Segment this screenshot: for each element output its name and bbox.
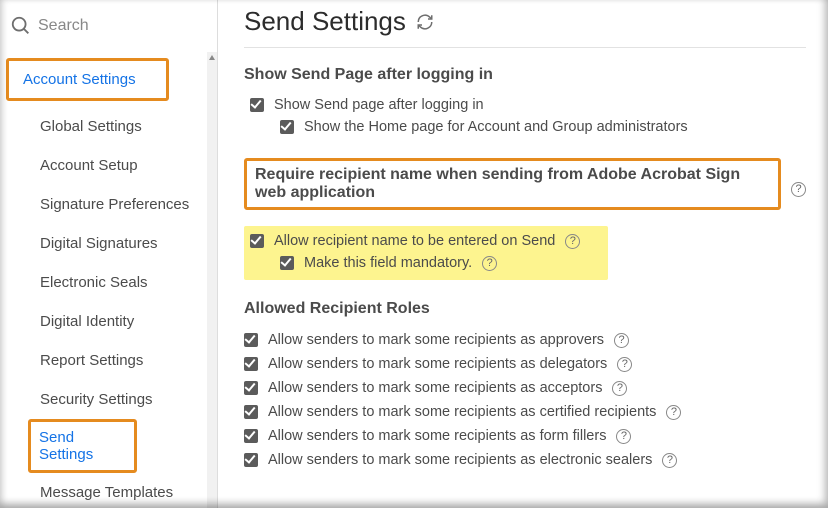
checkbox-allow-recipient-name[interactable] (250, 234, 264, 248)
sidebar-item-send-settings[interactable]: Send Settings (28, 419, 137, 473)
page-title: Send Settings (244, 6, 406, 37)
section-header-label: Account Settings (23, 71, 136, 88)
option-label: Make this field mandatory. (304, 255, 472, 271)
option-label: Allow senders to mark some recipients as… (268, 332, 604, 348)
main-content: Send Settings Show Send Page after loggi… (218, 0, 828, 508)
section-title: Require recipient name when sending from… (244, 158, 781, 210)
sidebar-item-signature-preferences[interactable]: Signature Preferences (0, 185, 217, 224)
section-title: Allowed Recipient Roles (244, 300, 806, 318)
section-require-recipient-name: Require recipient name when sending from… (244, 158, 806, 280)
section-title: Show Send Page after logging in (244, 66, 806, 84)
checkbox-role-acceptors[interactable] (244, 381, 258, 395)
search-icon (10, 15, 32, 37)
option-label: Show Send page after logging in (274, 97, 484, 113)
option-label: Allow senders to mark some recipients as… (268, 356, 607, 372)
help-icon[interactable]: ? (482, 256, 497, 271)
option-label: Show the Home page for Account and Group… (304, 119, 688, 135)
option-label: Allow senders to mark some recipients as… (268, 452, 652, 468)
help-icon[interactable]: ? (614, 333, 629, 348)
sidebar: Account Settings Global Settings Account… (0, 0, 218, 508)
help-icon[interactable]: ? (791, 182, 806, 197)
sidebar-item-label: Account Setup (40, 157, 138, 174)
sidebar-item-label: Security Settings (40, 391, 153, 408)
sidebar-nav: Account Settings Global Settings Account… (0, 52, 217, 508)
sidebar-item-message-templates[interactable]: Message Templates (0, 473, 217, 508)
sidebar-item-label: Send Settings (39, 429, 93, 463)
checkbox-role-delegators[interactable] (244, 357, 258, 371)
sidebar-item-label: Message Templates (40, 484, 173, 501)
sidebar-item-report-settings[interactable]: Report Settings (0, 341, 217, 380)
help-icon[interactable]: ? (662, 453, 677, 468)
sidebar-item-electronic-seals[interactable]: Electronic Seals (0, 263, 217, 302)
section-show-send-page: Show Send Page after logging in Show Sen… (244, 66, 806, 138)
checkbox-show-send-page[interactable] (250, 98, 264, 112)
checkbox-role-electronic-sealers[interactable] (244, 453, 258, 467)
scroll-up-icon[interactable] (209, 55, 215, 60)
section-allowed-recipient-roles: Allowed Recipient Roles Allow senders to… (244, 300, 806, 472)
sidebar-item-digital-identity[interactable]: Digital Identity (0, 302, 217, 341)
help-icon[interactable]: ? (617, 357, 632, 372)
help-icon[interactable]: ? (612, 381, 627, 396)
sidebar-item-label: Digital Identity (40, 313, 134, 330)
checkbox-make-mandatory[interactable] (280, 256, 294, 270)
help-icon[interactable]: ? (666, 405, 681, 420)
sidebar-item-account-setup[interactable]: Account Setup (0, 146, 217, 185)
option-label: Allow senders to mark some recipients as… (268, 428, 606, 444)
checkbox-role-certified-recipients[interactable] (244, 405, 258, 419)
sidebar-item-security-settings[interactable]: Security Settings (0, 380, 217, 419)
help-icon[interactable]: ? (565, 234, 580, 249)
divider (244, 47, 806, 48)
sidebar-item-label: Electronic Seals (40, 274, 148, 291)
search-input[interactable] (38, 17, 178, 35)
sidebar-item-label: Digital Signatures (40, 235, 158, 252)
checkbox-show-home-page[interactable] (280, 120, 294, 134)
sidebar-item-label: Global Settings (40, 118, 142, 135)
help-icon[interactable]: ? (616, 429, 631, 444)
sidebar-item-global-settings[interactable]: Global Settings (0, 107, 217, 146)
option-label: Allow senders to mark some recipients as… (268, 380, 602, 396)
refresh-icon[interactable] (416, 13, 434, 31)
option-label: Allow senders to mark some recipients as… (268, 404, 656, 420)
section-header-account-settings[interactable]: Account Settings (6, 58, 169, 101)
highlighted-options: Allow recipient name to be entered on Se… (244, 226, 608, 280)
checkbox-role-approvers[interactable] (244, 333, 258, 347)
sidebar-item-label: Signature Preferences (40, 196, 189, 213)
sidebar-scrollbar[interactable] (207, 52, 217, 508)
sidebar-item-label: Report Settings (40, 352, 143, 369)
sidebar-item-digital-signatures[interactable]: Digital Signatures (0, 224, 217, 263)
checkbox-role-form-fillers[interactable] (244, 429, 258, 443)
option-label: Allow recipient name to be entered on Se… (274, 233, 555, 249)
